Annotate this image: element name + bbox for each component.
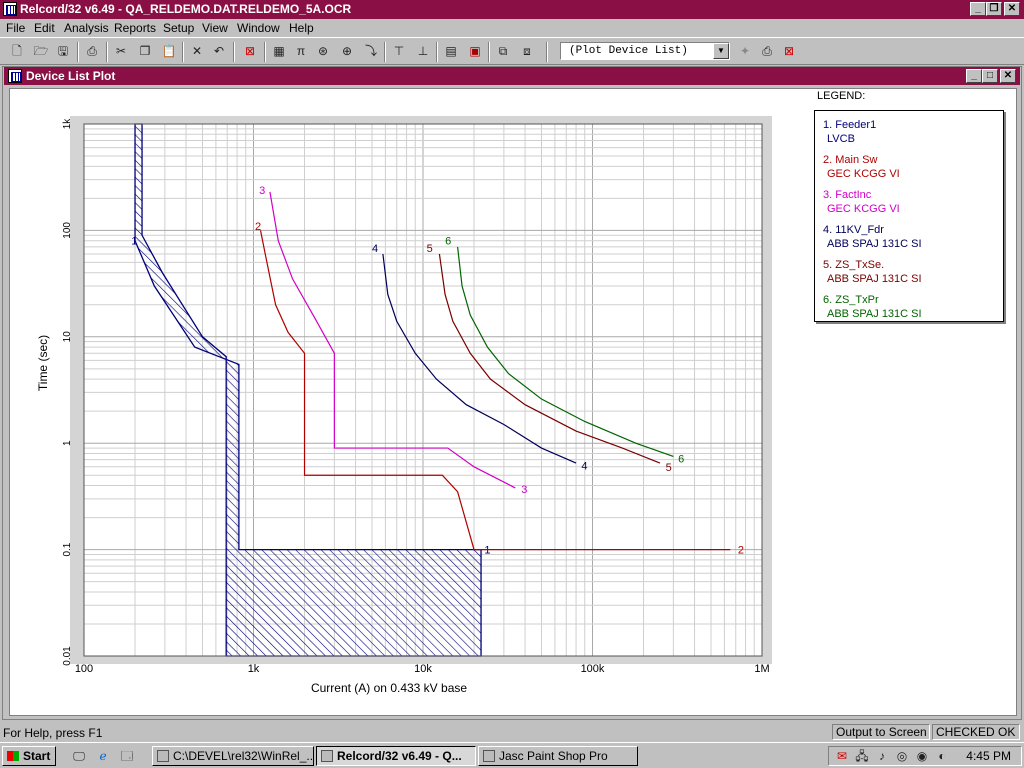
task-devel-folder[interactable]: C:\DEVEL\rel32\WinRel_... xyxy=(152,746,314,766)
series-6-label: 6 xyxy=(678,453,684,465)
series-5-label: 5 xyxy=(427,243,433,255)
task-paint-shop[interactable]: Jasc Paint Shop Pro xyxy=(478,746,638,766)
y-tick-label: 0.1 xyxy=(62,542,73,556)
x-tick-label: 100 xyxy=(75,663,93,675)
series-4-label: 4 xyxy=(581,460,587,472)
legend-name-5: 5. ZS_TxSe. xyxy=(823,259,885,271)
desktop-icon[interactable]: 🖵 xyxy=(70,747,88,765)
taskbar: Start 🖵 ℯ 🗔 C:\DEVEL\rel32\WinRel_... Re… xyxy=(0,742,1024,768)
legend-name-6: 6. ZS_TxPr xyxy=(823,294,879,306)
start-button[interactable]: Start xyxy=(2,746,56,766)
x-axis-label: Current (A) on 0.433 kV base xyxy=(311,681,467,695)
legend-device-1: LVCB xyxy=(827,133,855,145)
status-output: Output to Screen xyxy=(832,724,930,740)
series-3-label: 3 xyxy=(521,484,527,496)
y-tick-label: 1k xyxy=(62,118,73,130)
task-relcord[interactable]: Relcord/32 v6.49 - Q... xyxy=(316,746,476,766)
tray-speaker-icon[interactable]: ◐ xyxy=(933,747,951,765)
series-2-label: 2 xyxy=(738,545,744,557)
legend-device-3: GEC KCGG VI xyxy=(827,203,900,215)
tray-disk-icon[interactable]: ◉ xyxy=(913,747,931,765)
series-1-label: 1 xyxy=(484,545,490,557)
y-tick-label: 1 xyxy=(62,440,73,446)
legend-name-2: 2. Main Sw xyxy=(823,154,878,166)
legend-entry-6: 6. ZS_TxPr ABB SPAJ 131C SI xyxy=(823,293,922,321)
y-tick-label: 100 xyxy=(62,222,73,239)
clock: 4:45 PM xyxy=(966,749,1011,763)
legend-device-2: GEC KCGG VI xyxy=(827,168,900,180)
legend-device-5: ABB SPAJ 131C SI xyxy=(827,273,922,285)
tray-app-icon[interactable]: ◎ xyxy=(893,747,911,765)
series-5-label: 5 xyxy=(666,462,672,474)
legend-entry-4: 4. 11KV_Fdr ABB SPAJ 131C SI xyxy=(823,223,922,251)
series-4-label: 4 xyxy=(372,243,378,255)
legend-name-1: 1. Feeder1 xyxy=(823,119,877,131)
legend-name-4: 4. 11KV_Fdr xyxy=(823,224,884,236)
legend-device-6: ABB SPAJ 131C SI xyxy=(827,308,922,320)
system-tray: ✉ 🖧 ♪ ◎ ◉ ◐ 4:45 PM xyxy=(828,746,1022,766)
legend-entry-2: 2. Main Sw GEC KCGG VI xyxy=(823,153,900,181)
x-tick-label: 10k xyxy=(414,663,432,675)
legend-name-3: 3. FactInc xyxy=(823,189,872,201)
series-1-label: 1 xyxy=(131,236,137,248)
y-axis-label: Time (sec) xyxy=(36,335,50,391)
legend-entry-3: 3. FactInc GEC KCGG VI xyxy=(823,188,900,216)
legend-device-4: ABB SPAJ 131C SI xyxy=(827,238,922,250)
legend-entry-1: 1. Feeder1 LVCB xyxy=(823,118,876,146)
legend-title: LEGEND: xyxy=(817,90,866,102)
x-tick-label: 1k xyxy=(248,663,260,675)
tray-volume-icon[interactable]: ♪ xyxy=(873,747,891,765)
legend-entry-5: 5. ZS_TxSe. ABB SPAJ 131C SI xyxy=(823,258,922,286)
status-check: CHECKED OK xyxy=(932,724,1020,740)
tray-network-icon[interactable]: 🖧 xyxy=(853,747,871,765)
legend-box: 1. Feeder1 LVCB 2. Main Sw GEC KCGG VI 3… xyxy=(814,110,1004,322)
tray-mail-icon[interactable]: ✉ xyxy=(833,747,851,765)
x-tick-label: 1M xyxy=(754,663,769,675)
status-bar: For Help, press F1 Output to Screen CHEC… xyxy=(0,722,1024,742)
status-help: For Help, press F1 xyxy=(3,726,103,740)
browser-icon[interactable]: ℯ xyxy=(94,747,112,765)
series-6-label: 6 xyxy=(445,236,451,248)
x-tick-label: 100k xyxy=(581,663,605,675)
explorer-icon[interactable]: 🗔 xyxy=(118,747,136,765)
series-3-label: 3 xyxy=(259,185,265,197)
y-tick-label: 0.01 xyxy=(62,646,73,666)
y-tick-label: 10 xyxy=(62,331,73,343)
series-2-label: 2 xyxy=(255,221,261,233)
